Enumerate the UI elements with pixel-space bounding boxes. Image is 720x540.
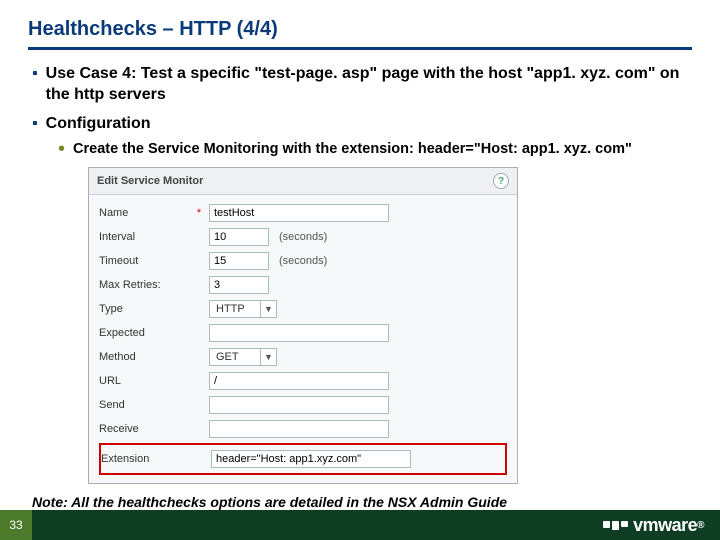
bullet-dot-icon: • [58,140,65,158]
label-maxretries: Max Retries: [99,279,189,291]
row-maxretries: Max Retries: [99,273,507,297]
bullet-mark-icon: ▪ [32,114,38,134]
type-dropdown[interactable]: HTTP ▼ [209,300,277,318]
panel-title: Edit Service Monitor [97,175,203,187]
help-icon[interactable]: ? [493,173,509,189]
row-type: Type HTTP ▼ [99,297,507,321]
row-expected: Expected [99,321,507,345]
required-mark: * [195,207,203,219]
row-name: Name * [99,201,507,225]
receive-field[interactable] [209,420,389,438]
timeout-field[interactable] [209,252,269,270]
bullet-use-case: ▪ Use Case 4: Test a specific "test-page… [32,64,692,106]
bullet-configuration: ▪ Configuration [32,114,692,135]
label-extension: Extension [101,453,191,465]
label-name: Name [99,207,189,219]
label-send: Send [99,399,189,411]
row-timeout: Timeout (seconds) [99,249,507,273]
row-method: Method GET ▼ [99,345,507,369]
logo-boxes-icon [603,521,628,530]
row-interval: Interval (seconds) [99,225,507,249]
page-number: 33 [0,510,32,540]
send-field[interactable] [209,396,389,414]
bullet-config-sub: • Create the Service Monitoring with the… [58,140,692,159]
service-monitor-panel: Edit Service Monitor ? Name * Interval (… [88,167,518,484]
interval-field[interactable] [209,228,269,246]
bullet-use-case-text: Use Case 4: Test a specific "test-page. … [46,64,692,106]
type-value: HTTP [210,303,260,315]
chevron-down-icon: ▼ [260,349,276,365]
label-interval: Interval [99,231,189,243]
footer: 33 vmware® [0,510,720,540]
extension-field[interactable] [211,450,411,468]
label-receive: Receive [99,423,189,435]
note-text: Note: All the healthchecks options are d… [32,494,692,510]
page-title: Healthchecks – HTTP (4/4) [28,18,692,50]
bullet-config-sub-text: Create the Service Monitoring with the e… [73,140,632,159]
row-extension: Extension [101,447,505,471]
url-field[interactable] [209,372,389,390]
name-field[interactable] [209,204,389,222]
row-send: Send [99,393,507,417]
bullet-configuration-text: Configuration [46,114,151,135]
method-dropdown[interactable]: GET ▼ [209,348,277,366]
label-expected: Expected [99,327,189,339]
maxretries-field[interactable] [209,276,269,294]
vmware-logo: vmware® [603,515,704,536]
units-seconds: (seconds) [279,255,327,267]
chevron-down-icon: ▼ [260,301,276,317]
logo-text: vmware [633,515,697,536]
bullet-mark-icon: ▪ [32,64,38,84]
extension-highlight: Extension [99,443,507,475]
label-timeout: Timeout [99,255,189,267]
label-method: Method [99,351,189,363]
label-type: Type [99,303,189,315]
row-url: URL [99,369,507,393]
label-url: URL [99,375,189,387]
units-seconds: (seconds) [279,231,327,243]
expected-field[interactable] [209,324,389,342]
method-value: GET [210,351,260,363]
row-receive: Receive [99,417,507,441]
